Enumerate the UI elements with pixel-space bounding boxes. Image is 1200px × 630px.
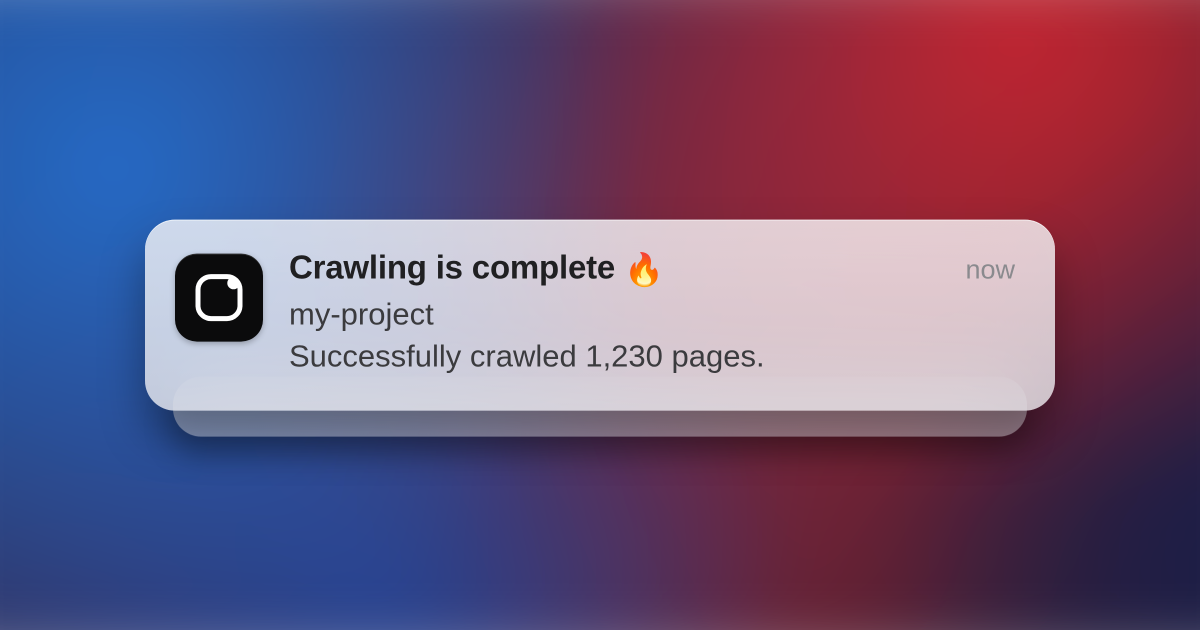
app-badge-icon [190, 269, 248, 327]
title-row: Crawling is complete 🔥 now [289, 250, 1015, 289]
notification-stack: Crawling is complete 🔥 now my-project Su… [145, 220, 1055, 411]
notification-content: Crawling is complete 🔥 now my-project Su… [289, 250, 1015, 377]
push-notification[interactable]: Crawling is complete 🔥 now my-project Su… [145, 220, 1055, 411]
notification-subtitle: my-project [289, 294, 1015, 334]
notification-timestamp: now [965, 257, 1015, 284]
title-text: Crawling is complete [289, 249, 615, 286]
fire-icon: 🔥 [624, 252, 664, 288]
notification-body: Successfully crawled 1,230 pages. [289, 336, 1015, 376]
app-icon [175, 254, 263, 342]
notification-title: Crawling is complete 🔥 [289, 250, 664, 289]
